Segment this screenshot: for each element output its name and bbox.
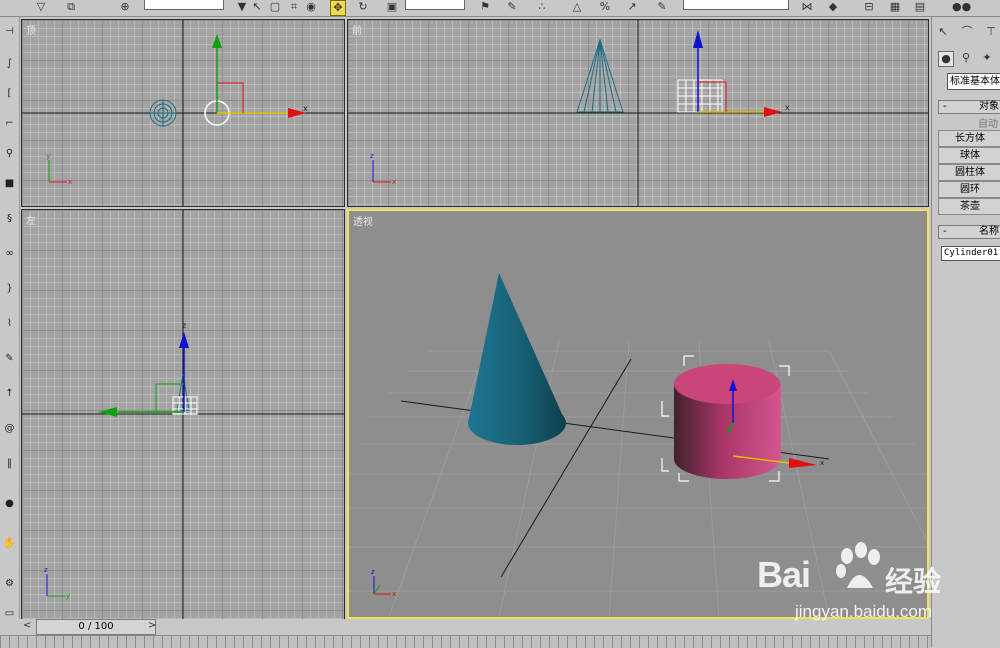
layer-icon[interactable]: ⊟ [862, 0, 876, 14]
pivot-icon[interactable]: ⚑ [478, 0, 492, 14]
category-dropdown[interactable]: 标准基本体 [947, 73, 1000, 90]
region-icon[interactable]: ▢ [268, 0, 282, 14]
cylinder-front-view [677, 79, 723, 113]
curl-icon[interactable]: § [2, 212, 17, 226]
coil-icon[interactable]: @ [2, 422, 17, 436]
cone-front-view [576, 38, 624, 113]
autogrid-label[interactable]: 自动 [978, 115, 998, 130]
geometry-icon[interactable]: ● [938, 51, 954, 67]
schematic-icon[interactable]: ▤ [913, 0, 927, 14]
svg-text:z: z [370, 152, 374, 160]
brace-icon[interactable]: } [2, 282, 17, 296]
modify-tab-icon[interactable]: ⌒ [960, 25, 974, 39]
move-icon[interactable]: ✥ [330, 0, 346, 16]
paw-icon [836, 542, 880, 588]
view-axis-tripod: z y [44, 566, 70, 600]
box-icon[interactable]: ▭ [2, 607, 17, 621]
chain-icon[interactable]: ⚲ [2, 147, 17, 161]
line-icon[interactable]: ‖ [2, 457, 17, 471]
window-icon[interactable]: ⌗ [287, 0, 301, 14]
object-type-rollout[interactable]: - 对象 [938, 100, 1000, 114]
viewport-top[interactable]: 顶 x y x [21, 19, 345, 207]
material-editor-icon[interactable]: ●● [952, 0, 971, 14]
svg-text:y: y [46, 152, 50, 160]
shapes-icon[interactable]: ⚲ [959, 51, 973, 65]
arrow-icon[interactable]: ↑ [2, 387, 17, 401]
slider-left-arrow[interactable]: < [23, 620, 31, 631]
watermark-brand: Bai [757, 554, 811, 595]
view-axis-tripod: z x [370, 152, 396, 186]
hierarchy-tab-icon[interactable]: ⊤ [984, 25, 998, 39]
svg-text:y: y [66, 592, 70, 600]
time-slider[interactable]: 0 / 100 [36, 619, 156, 635]
svg-text:z: z [371, 568, 375, 576]
align-icon[interactable]: ◆ [826, 0, 840, 14]
link-icon[interactable]: ⌇ [2, 317, 17, 331]
percent-snap-icon[interactable]: % [598, 0, 612, 14]
scale-icon[interactable]: ▣ [385, 0, 399, 14]
dot-icon[interactable]: ● [2, 497, 17, 511]
spinner-snap-icon[interactable]: ↗ [625, 0, 639, 14]
loop-icon[interactable]: ∞ [2, 247, 17, 261]
sphere-button[interactable]: 球体 [938, 147, 1000, 164]
mirror-icon[interactable]: ⋈ [800, 0, 814, 14]
select-region-icon[interactable]: ↖ [250, 0, 264, 14]
manipulate-icon[interactable]: ✎ [505, 0, 519, 14]
cone-object [468, 273, 566, 445]
create-tab-icon[interactable]: ↖ [936, 25, 950, 39]
pen-icon[interactable]: ✎ [2, 352, 17, 366]
svg-text:x: x [68, 178, 72, 186]
view-axis-tripod: y x [46, 152, 72, 186]
teapot-button[interactable]: 茶壶 [938, 198, 1000, 215]
box-button[interactable]: 长方体 [938, 130, 1000, 147]
svg-text:x: x [392, 590, 396, 598]
left-scene: z z y [22, 210, 344, 620]
reference-coord-field[interactable] [405, 0, 465, 10]
viewport-front[interactable]: 前 x z x [347, 19, 929, 207]
name-color-rollout[interactable]: - 名称 [938, 225, 1000, 239]
svg-text:x: x [785, 103, 790, 112]
lights-icon[interactable]: ✦ [980, 51, 994, 65]
watermark-brand-cn: 经验 [885, 565, 942, 598]
track-bar[interactable] [0, 635, 931, 648]
select-object-icon[interactable]: ▼ [235, 0, 249, 14]
select-icon[interactable]: ▽ [34, 0, 48, 14]
watermark-url: jingyan.baidu.com [795, 602, 933, 621]
hook-icon[interactable]: ⌐ [2, 117, 17, 131]
svg-text:z: z [182, 321, 186, 330]
block-icon[interactable]: ■ [2, 177, 17, 191]
top-scene: x y x [22, 20, 344, 206]
svg-text:x: x [303, 104, 308, 113]
snap-icon[interactable]: ∴ [535, 0, 549, 14]
cylinder-button[interactable]: 圆柱体 [938, 164, 1000, 181]
baidu-watermark: Bai 经验 jingyan.baidu.com [757, 538, 1000, 628]
gear-icon[interactable]: ⚙ [2, 577, 17, 591]
cylinder-object [674, 364, 781, 479]
slider-right-arrow[interactable]: > [148, 620, 156, 631]
cone-top-view [149, 99, 177, 127]
front-scene: x z x [348, 20, 928, 206]
curve-editor-icon[interactable]: ▦ [888, 0, 902, 14]
crossing-icon[interactable]: ◉ [304, 0, 318, 14]
link-icon[interactable]: ⧉ [64, 0, 78, 14]
named-selection-field[interactable] [683, 0, 789, 10]
wire-icon[interactable]: ∫ [2, 57, 17, 71]
angle-snap-icon[interactable]: △ [570, 0, 584, 14]
svg-text:x: x [392, 178, 396, 186]
named-selection-icon[interactable]: ✎ [655, 0, 669, 14]
selection-set-field[interactable] [144, 0, 224, 10]
view-axis-tripod: z x [371, 568, 396, 598]
svg-text:x: x [820, 459, 824, 467]
left-toolbar: ⊣ ∫ [ ⌐ ⚲ ■ § ∞ } ⌇ ✎ ↑ @ ‖ ● ✋ ⚙ ▭ [0, 17, 20, 619]
object-name-field[interactable]: Cylinder01 [941, 246, 1000, 261]
rotate-icon[interactable]: ↻ [356, 0, 370, 14]
unlink-icon[interactable]: ⊕ [118, 0, 132, 14]
main-toolbar: ▽ ⧉ ⊕ ▼ ↖ ▢ ⌗ ◉ ✥ ↻ ▣ ⚑ ✎ ∴ △ % ↗ ✎ ⋈ ◆ … [0, 0, 1000, 17]
svg-text:z: z [44, 566, 48, 574]
hand-icon[interactable]: ✋ [2, 537, 17, 551]
pin-icon[interactable]: ⊣ [2, 25, 17, 39]
torus-button[interactable]: 圆环 [938, 181, 1000, 198]
bracket-icon[interactable]: [ [2, 87, 17, 101]
viewport-left[interactable]: 左 z z y [21, 209, 345, 621]
